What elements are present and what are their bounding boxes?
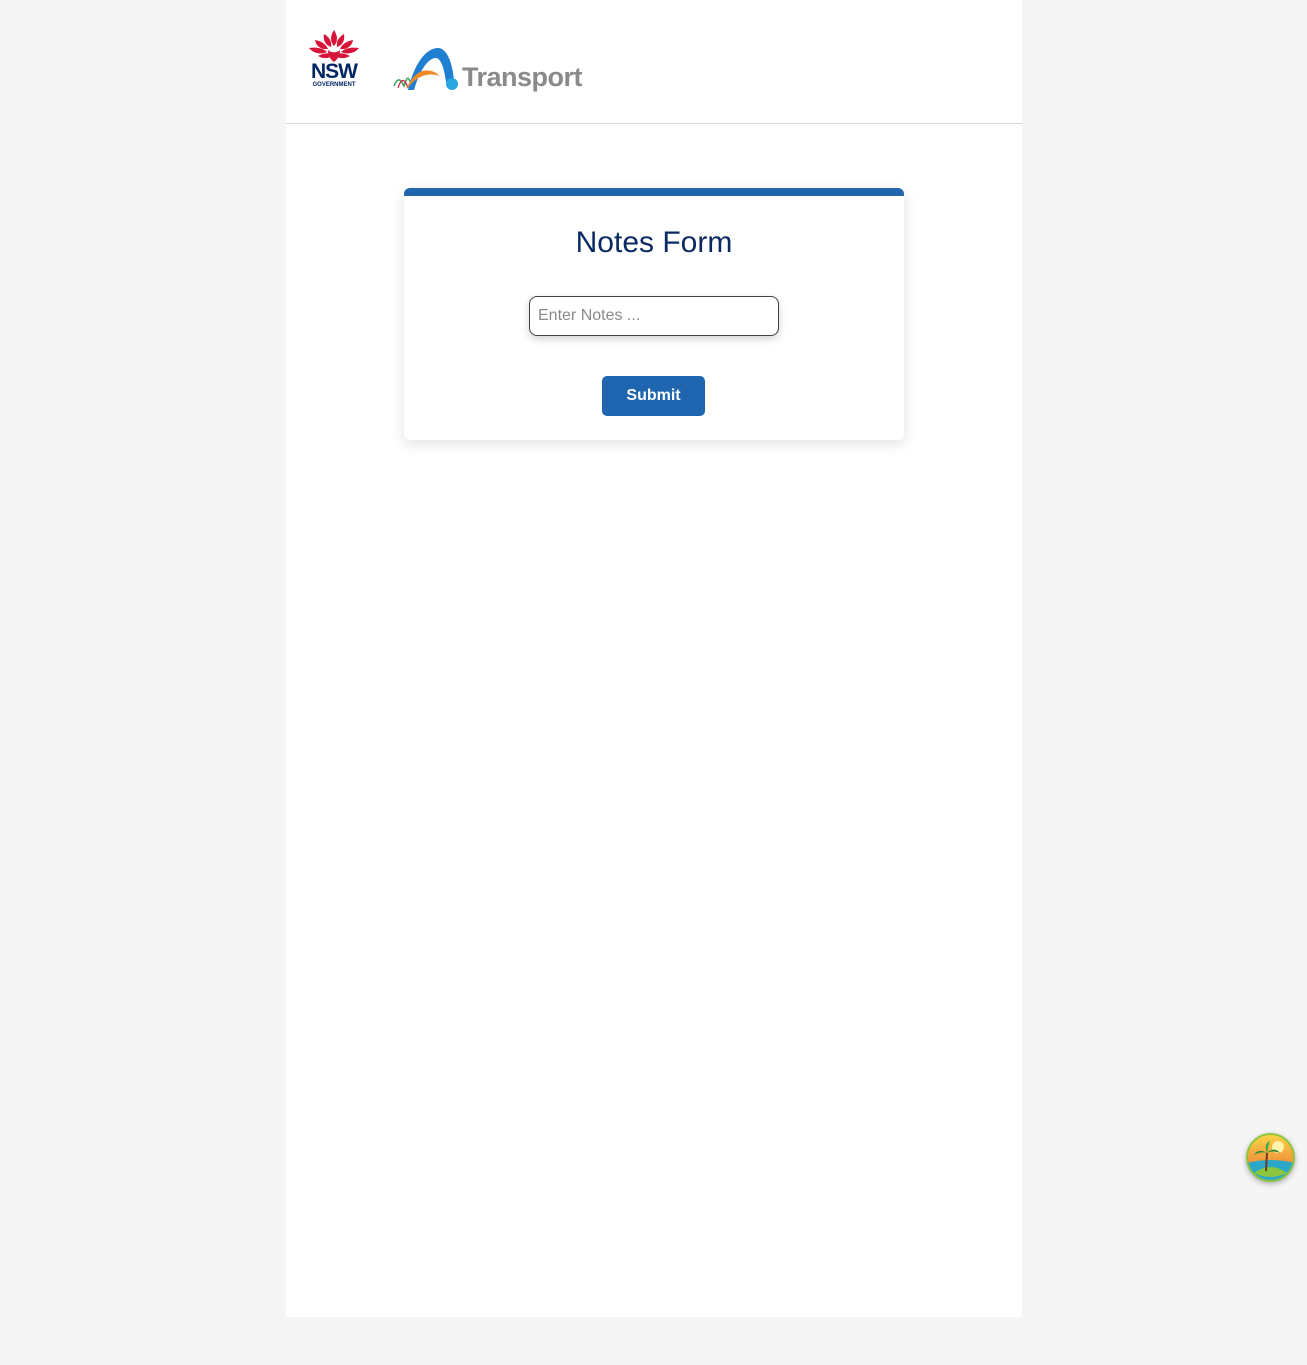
transport-logo-word: Transport — [462, 62, 583, 92]
nsw-logo-word: NSW — [311, 60, 358, 83]
nsw-logo-subtext: GOVERNMENT — [312, 82, 356, 88]
island-icon — [1246, 1133, 1295, 1182]
transport-logo[interactable]: Transport — [392, 42, 592, 98]
submit-button[interactable]: Submit — [602, 376, 705, 416]
nsw-government-logo[interactable]: NSW GOVERNMENT — [306, 28, 362, 92]
site-header: NSW GOVERNMENT Transport — [286, 0, 1022, 124]
notes-form-card: Notes Form Submit — [404, 188, 904, 440]
form-title: Notes Form — [575, 226, 733, 259]
floating-widget-button[interactable] — [1246, 1133, 1295, 1182]
notes-input[interactable] — [529, 296, 779, 336]
waratah-icon — [309, 30, 359, 62]
page-container: NSW GOVERNMENT Transport Notes Form Subm… — [286, 0, 1022, 1317]
transport-arc-icon — [393, 48, 458, 90]
